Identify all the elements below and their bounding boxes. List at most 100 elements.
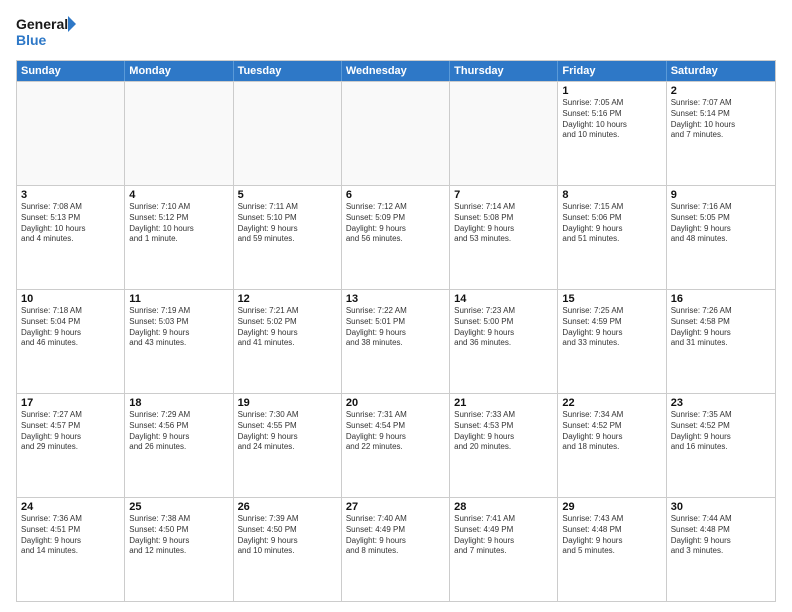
day-cell-28: 28Sunrise: 7:41 AM Sunset: 4:49 PM Dayli… [450, 498, 558, 601]
day-cell-empty-0-4 [450, 82, 558, 185]
day-info: Sunrise: 7:21 AM Sunset: 5:02 PM Dayligh… [238, 306, 337, 349]
day-number: 5 [238, 189, 337, 201]
day-cell-19: 19Sunrise: 7:30 AM Sunset: 4:55 PM Dayli… [234, 394, 342, 497]
day-cell-22: 22Sunrise: 7:34 AM Sunset: 4:52 PM Dayli… [558, 394, 666, 497]
day-number: 4 [129, 189, 228, 201]
weekday-header-wednesday: Wednesday [342, 61, 450, 81]
day-number: 11 [129, 293, 228, 305]
day-info: Sunrise: 7:16 AM Sunset: 5:05 PM Dayligh… [671, 202, 771, 245]
day-number: 22 [562, 397, 661, 409]
day-cell-empty-0-2 [234, 82, 342, 185]
calendar: SundayMondayTuesdayWednesdayThursdayFrid… [16, 60, 776, 602]
logo: General Blue [16, 12, 76, 52]
day-cell-18: 18Sunrise: 7:29 AM Sunset: 4:56 PM Dayli… [125, 394, 233, 497]
day-cell-20: 20Sunrise: 7:31 AM Sunset: 4:54 PM Dayli… [342, 394, 450, 497]
day-cell-17: 17Sunrise: 7:27 AM Sunset: 4:57 PM Dayli… [17, 394, 125, 497]
day-info: Sunrise: 7:19 AM Sunset: 5:03 PM Dayligh… [129, 306, 228, 349]
weekday-header-sunday: Sunday [17, 61, 125, 81]
day-number: 26 [238, 501, 337, 513]
week-row-4: 17Sunrise: 7:27 AM Sunset: 4:57 PM Dayli… [17, 393, 775, 497]
day-info: Sunrise: 7:14 AM Sunset: 5:08 PM Dayligh… [454, 202, 553, 245]
day-cell-9: 9Sunrise: 7:16 AM Sunset: 5:05 PM Daylig… [667, 186, 775, 289]
day-number: 16 [671, 293, 771, 305]
day-number: 12 [238, 293, 337, 305]
day-info: Sunrise: 7:22 AM Sunset: 5:01 PM Dayligh… [346, 306, 445, 349]
day-cell-11: 11Sunrise: 7:19 AM Sunset: 5:03 PM Dayli… [125, 290, 233, 393]
day-cell-14: 14Sunrise: 7:23 AM Sunset: 5:00 PM Dayli… [450, 290, 558, 393]
day-number: 15 [562, 293, 661, 305]
day-info: Sunrise: 7:10 AM Sunset: 5:12 PM Dayligh… [129, 202, 228, 245]
day-number: 20 [346, 397, 445, 409]
week-row-1: 1Sunrise: 7:05 AM Sunset: 5:16 PM Daylig… [17, 81, 775, 185]
day-number: 19 [238, 397, 337, 409]
day-info: Sunrise: 7:07 AM Sunset: 5:14 PM Dayligh… [671, 98, 771, 141]
day-info: Sunrise: 7:18 AM Sunset: 5:04 PM Dayligh… [21, 306, 120, 349]
day-cell-1: 1Sunrise: 7:05 AM Sunset: 5:16 PM Daylig… [558, 82, 666, 185]
day-info: Sunrise: 7:44 AM Sunset: 4:48 PM Dayligh… [671, 514, 771, 557]
day-number: 17 [21, 397, 120, 409]
calendar-body: 1Sunrise: 7:05 AM Sunset: 5:16 PM Daylig… [17, 81, 775, 601]
day-info: Sunrise: 7:36 AM Sunset: 4:51 PM Dayligh… [21, 514, 120, 557]
day-info: Sunrise: 7:40 AM Sunset: 4:49 PM Dayligh… [346, 514, 445, 557]
day-cell-30: 30Sunrise: 7:44 AM Sunset: 4:48 PM Dayli… [667, 498, 775, 601]
page: General Blue SundayMondayTuesdayWednesda… [0, 0, 792, 612]
logo-svg: General Blue [16, 12, 76, 52]
day-number: 21 [454, 397, 553, 409]
day-cell-21: 21Sunrise: 7:33 AM Sunset: 4:53 PM Dayli… [450, 394, 558, 497]
calendar-header: SundayMondayTuesdayWednesdayThursdayFrid… [17, 61, 775, 81]
day-number: 30 [671, 501, 771, 513]
svg-text:Blue: Blue [16, 32, 47, 48]
week-row-2: 3Sunrise: 7:08 AM Sunset: 5:13 PM Daylig… [17, 185, 775, 289]
day-cell-5: 5Sunrise: 7:11 AM Sunset: 5:10 PM Daylig… [234, 186, 342, 289]
weekday-header-friday: Friday [558, 61, 666, 81]
day-number: 1 [562, 85, 661, 97]
day-info: Sunrise: 7:29 AM Sunset: 4:56 PM Dayligh… [129, 410, 228, 453]
week-row-3: 10Sunrise: 7:18 AM Sunset: 5:04 PM Dayli… [17, 289, 775, 393]
day-info: Sunrise: 7:31 AM Sunset: 4:54 PM Dayligh… [346, 410, 445, 453]
day-cell-27: 27Sunrise: 7:40 AM Sunset: 4:49 PM Dayli… [342, 498, 450, 601]
day-cell-empty-0-3 [342, 82, 450, 185]
day-cell-13: 13Sunrise: 7:22 AM Sunset: 5:01 PM Dayli… [342, 290, 450, 393]
day-info: Sunrise: 7:08 AM Sunset: 5:13 PM Dayligh… [21, 202, 120, 245]
header: General Blue [16, 12, 776, 52]
weekday-header-tuesday: Tuesday [234, 61, 342, 81]
day-info: Sunrise: 7:15 AM Sunset: 5:06 PM Dayligh… [562, 202, 661, 245]
day-info: Sunrise: 7:35 AM Sunset: 4:52 PM Dayligh… [671, 410, 771, 453]
day-cell-29: 29Sunrise: 7:43 AM Sunset: 4:48 PM Dayli… [558, 498, 666, 601]
day-cell-6: 6Sunrise: 7:12 AM Sunset: 5:09 PM Daylig… [342, 186, 450, 289]
day-info: Sunrise: 7:11 AM Sunset: 5:10 PM Dayligh… [238, 202, 337, 245]
day-number: 25 [129, 501, 228, 513]
day-cell-empty-0-0 [17, 82, 125, 185]
day-cell-16: 16Sunrise: 7:26 AM Sunset: 4:58 PM Dayli… [667, 290, 775, 393]
week-row-5: 24Sunrise: 7:36 AM Sunset: 4:51 PM Dayli… [17, 497, 775, 601]
day-info: Sunrise: 7:27 AM Sunset: 4:57 PM Dayligh… [21, 410, 120, 453]
day-info: Sunrise: 7:34 AM Sunset: 4:52 PM Dayligh… [562, 410, 661, 453]
day-cell-24: 24Sunrise: 7:36 AM Sunset: 4:51 PM Dayli… [17, 498, 125, 601]
day-info: Sunrise: 7:38 AM Sunset: 4:50 PM Dayligh… [129, 514, 228, 557]
day-cell-4: 4Sunrise: 7:10 AM Sunset: 5:12 PM Daylig… [125, 186, 233, 289]
day-number: 6 [346, 189, 445, 201]
day-cell-3: 3Sunrise: 7:08 AM Sunset: 5:13 PM Daylig… [17, 186, 125, 289]
day-cell-25: 25Sunrise: 7:38 AM Sunset: 4:50 PM Dayli… [125, 498, 233, 601]
day-cell-2: 2Sunrise: 7:07 AM Sunset: 5:14 PM Daylig… [667, 82, 775, 185]
day-info: Sunrise: 7:05 AM Sunset: 5:16 PM Dayligh… [562, 98, 661, 141]
day-number: 13 [346, 293, 445, 305]
day-number: 27 [346, 501, 445, 513]
day-number: 10 [21, 293, 120, 305]
day-info: Sunrise: 7:43 AM Sunset: 4:48 PM Dayligh… [562, 514, 661, 557]
day-info: Sunrise: 7:30 AM Sunset: 4:55 PM Dayligh… [238, 410, 337, 453]
day-number: 18 [129, 397, 228, 409]
day-number: 29 [562, 501, 661, 513]
day-info: Sunrise: 7:33 AM Sunset: 4:53 PM Dayligh… [454, 410, 553, 453]
weekday-header-saturday: Saturday [667, 61, 775, 81]
day-cell-23: 23Sunrise: 7:35 AM Sunset: 4:52 PM Dayli… [667, 394, 775, 497]
day-number: 24 [21, 501, 120, 513]
day-cell-26: 26Sunrise: 7:39 AM Sunset: 4:50 PM Dayli… [234, 498, 342, 601]
day-number: 8 [562, 189, 661, 201]
day-info: Sunrise: 7:25 AM Sunset: 4:59 PM Dayligh… [562, 306, 661, 349]
day-cell-15: 15Sunrise: 7:25 AM Sunset: 4:59 PM Dayli… [558, 290, 666, 393]
day-info: Sunrise: 7:39 AM Sunset: 4:50 PM Dayligh… [238, 514, 337, 557]
day-number: 28 [454, 501, 553, 513]
day-info: Sunrise: 7:23 AM Sunset: 5:00 PM Dayligh… [454, 306, 553, 349]
day-number: 2 [671, 85, 771, 97]
